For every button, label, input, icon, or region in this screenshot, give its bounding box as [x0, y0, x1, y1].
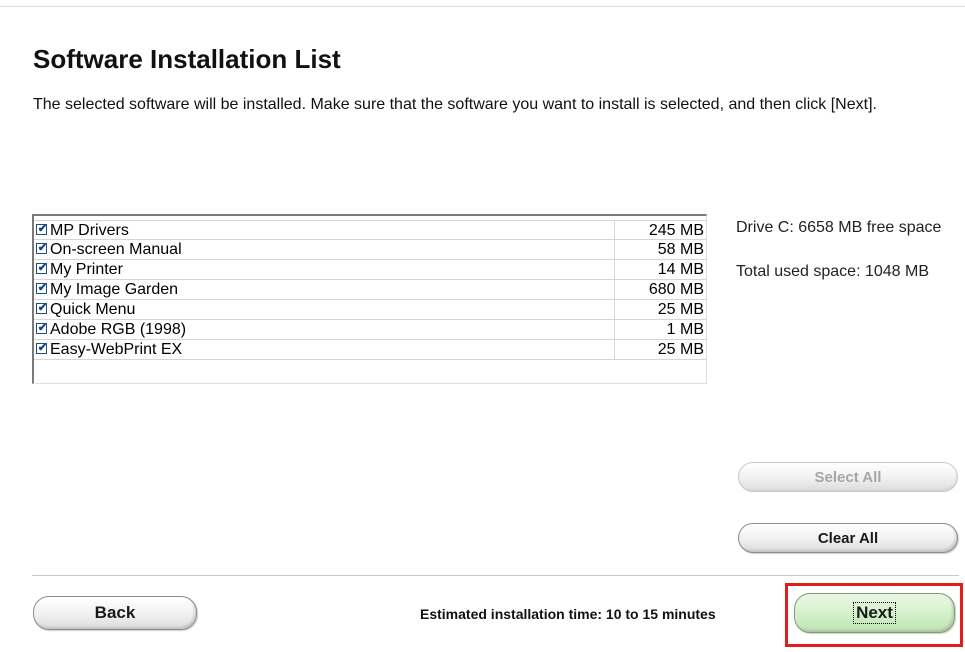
- software-name: Adobe RGB (1998): [50, 321, 187, 338]
- column-divider: [614, 300, 615, 319]
- check-icon: ✔: [37, 242, 48, 254]
- checkbox[interactable]: ✔: [36, 342, 48, 354]
- column-divider: [614, 221, 615, 240]
- software-size: 25 MB: [657, 301, 704, 318]
- clear-all-button[interactable]: Clear All: [738, 523, 958, 553]
- list-item[interactable]: ✔ Adobe RGB (1998) 1 MB: [34, 320, 706, 340]
- select-all-button[interactable]: Select All: [738, 462, 958, 492]
- next-button[interactable]: Next: [794, 593, 955, 633]
- drive-free-space: Drive C: 6658 MB free space: [736, 219, 942, 236]
- software-name: My Image Garden: [50, 281, 179, 298]
- software-size: 245 MB: [648, 222, 704, 239]
- software-size: 680 MB: [648, 281, 704, 298]
- checkbox[interactable]: ✔: [36, 262, 48, 274]
- column-divider: [614, 320, 615, 339]
- check-icon: ✔: [37, 282, 48, 294]
- space-info: Drive C: 6658 MB free space Total used s…: [736, 217, 951, 305]
- software-name: My Printer: [50, 261, 123, 278]
- software-size: 14 MB: [657, 261, 704, 278]
- check-icon: ✔: [37, 262, 48, 274]
- list-item[interactable]: ✔ Easy-WebPrint EX 25 MB: [34, 340, 706, 360]
- column-divider: [614, 280, 615, 299]
- total-used-space: Total used space: 1048 MB: [736, 263, 930, 280]
- software-name: MP Drivers: [50, 222, 129, 239]
- check-icon: ✔: [37, 223, 48, 235]
- checkbox[interactable]: ✔: [36, 223, 48, 235]
- column-divider: [614, 260, 615, 279]
- page-title: Software Installation List: [33, 44, 341, 74]
- checkbox[interactable]: ✔: [36, 282, 48, 294]
- check-icon: ✔: [37, 342, 48, 354]
- software-size: 1 MB: [666, 321, 704, 338]
- software-name: Easy-WebPrint EX: [50, 341, 183, 358]
- top-border: [0, 6, 965, 7]
- list-item[interactable]: ✔ My Printer 14 MB: [34, 260, 706, 280]
- software-name: On-screen Manual: [50, 241, 182, 258]
- check-icon: ✔: [37, 302, 48, 314]
- software-rows: ✔ MP Drivers 245 MB ✔ On-screen Manual 5…: [34, 220, 706, 360]
- list-item[interactable]: ✔ My Image Garden 680 MB: [34, 280, 706, 300]
- description-text: The selected software will be installed.…: [33, 96, 877, 113]
- divider-line: [32, 575, 959, 576]
- software-size: 25 MB: [657, 341, 704, 358]
- checkbox[interactable]: ✔: [36, 302, 48, 314]
- checkbox[interactable]: ✔: [36, 322, 48, 334]
- back-button[interactable]: Back: [33, 596, 197, 630]
- list-item[interactable]: ✔ On-screen Manual 58 MB: [34, 240, 706, 260]
- estimated-time: Estimated installation time: 10 to 15 mi…: [420, 606, 716, 622]
- software-name: Quick Menu: [50, 301, 136, 318]
- column-divider: [614, 340, 615, 359]
- list-item[interactable]: ✔ MP Drivers 245 MB: [34, 220, 706, 240]
- check-icon: ✔: [37, 322, 48, 334]
- checkbox[interactable]: ✔: [36, 242, 48, 254]
- software-size: 58 MB: [657, 241, 704, 258]
- column-divider: [614, 240, 615, 259]
- software-list: ✔ MP Drivers 245 MB ✔ On-screen Manual 5…: [32, 214, 707, 384]
- list-item[interactable]: ✔ Quick Menu 25 MB: [34, 300, 706, 320]
- next-button-label: Next: [853, 602, 896, 624]
